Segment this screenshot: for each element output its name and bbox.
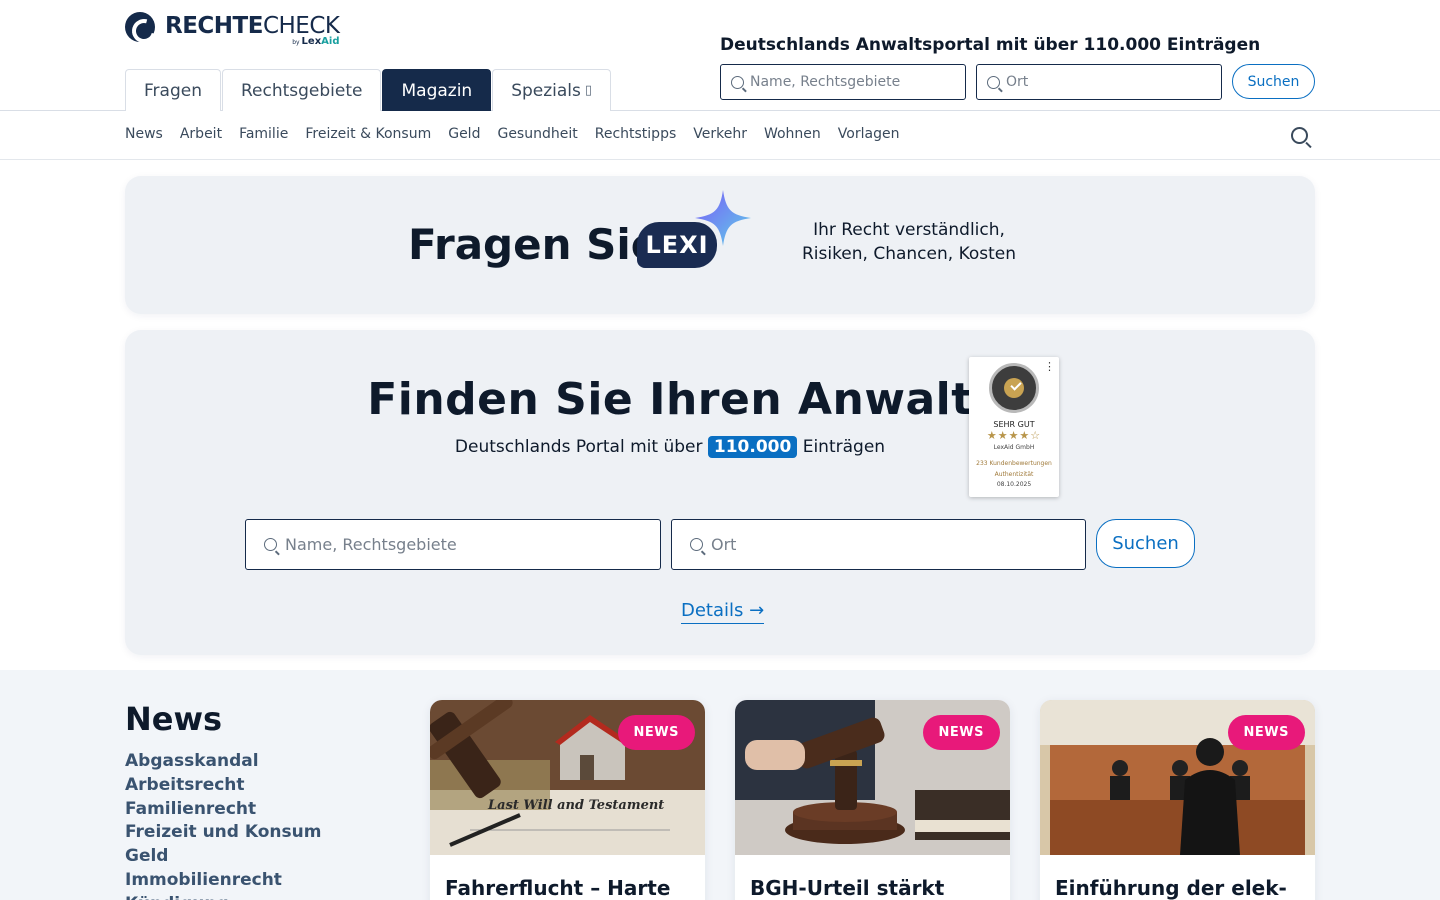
category-nav-item[interactable]: Freizeit & Konsum <box>305 126 431 142</box>
category-nav-item[interactable]: Arbeit <box>180 126 222 142</box>
site-logo[interactable]: RECHTECHECK by LexAid <box>125 11 340 47</box>
finder-sub-prefix: Deutschlands Portal mit über <box>454 437 703 457</box>
proven-expert-seal-icon <box>989 363 1039 413</box>
finder-sub-suffix: Einträgen <box>802 437 886 457</box>
tab-label: Fragen <box>144 80 202 101</box>
tab-spezials[interactable]: Spezials ▯ <box>492 69 612 111</box>
category-nav-item[interactable]: Verkehr <box>693 126 747 142</box>
news-category-link[interactable]: Geld <box>125 845 321 869</box>
news-category-link[interactable]: Kündigung <box>125 893 321 900</box>
category-nav-items: News Arbeit Familie Freizeit & Konsum Geld Ge… <box>125 126 916 142</box>
news-badge: NEWS <box>617 715 695 750</box>
more-icon[interactable]: ⋮ <box>1044 361 1055 372</box>
logo-aid: Aid <box>321 36 340 47</box>
tab-rechtsgebiete[interactable]: Rechtsgebiete <box>221 69 382 111</box>
news-category-list: Abgasskandal Arbeitsrecht Familienrecht Fre… <box>125 750 321 900</box>
lexi-subtitle: Ihr Recht verständlich, Risiken, Chancen… <box>785 218 1033 266</box>
news-title: Einführung der elek- <box>1055 876 1287 900</box>
news-badge: NEWS <box>922 715 1000 750</box>
category-nav: News Arbeit Familie Freizeit & Konsum Geld Ge… <box>0 111 1440 160</box>
header-search-button[interactable]: Suchen <box>1232 64 1315 99</box>
header-location-input[interactable] <box>1006 74 1186 90</box>
search-icon <box>690 538 703 551</box>
portal-tagline: Deutschlands Anwaltsportal mit über 110.… <box>720 35 1261 55</box>
news-category-link[interactable]: Freizeit und Konsum <box>125 821 321 845</box>
lexi-banner[interactable]: Fragen Sie LEXI Ihr Recht verständlich, … <box>125 176 1315 314</box>
news-image: NEWS <box>1040 700 1315 855</box>
main-tabs: Fragen Rechtsgebiete Magazin Spezials ▯ <box>125 69 612 111</box>
star-rating-icon: ★★★★☆ <box>986 429 1042 442</box>
tab-label: Rechtsgebiete <box>240 80 363 101</box>
lawyer-finder: Finden Sie Ihren Anwalt Deutschlands Por… <box>125 330 1315 655</box>
news-category-link[interactable]: Familienrecht <box>125 798 321 822</box>
sparkle-icon <box>695 190 751 246</box>
news-heading: News <box>125 700 223 738</box>
search-icon <box>264 538 277 551</box>
category-nav-item[interactable]: Gesundheit <box>497 126 577 142</box>
pe-company: LexAid GmbH <box>993 444 1035 451</box>
entry-count-badge: 110.000 <box>707 436 798 458</box>
finder-search-button[interactable]: Suchen <box>1096 519 1195 568</box>
finder-location-search[interactable] <box>671 519 1086 570</box>
pe-date: 08.10.2025 <box>996 481 1032 488</box>
lexi-subtitle-line: Ihr Recht verständlich, <box>813 220 1005 240</box>
category-nav-item[interactable]: Vorlagen <box>838 126 900 142</box>
news-title: BGH-Urteil stärkt <box>750 876 945 900</box>
chevron-down-icon: ▯ <box>584 83 593 98</box>
pe-reviews: 233 Kundenbewertungen <box>976 460 1052 467</box>
news-card[interactable]: NEWS Einführung der elek- <box>1040 700 1315 900</box>
finder-name-input[interactable] <box>285 535 625 554</box>
news-category-link[interactable]: Abgasskandal <box>125 750 321 774</box>
news-image: NEWS <box>735 700 1010 855</box>
tab-fragen[interactable]: Fragen <box>125 69 221 111</box>
logo-mark-icon <box>125 12 155 42</box>
news-image: Last Will and Testament NEWS <box>430 700 705 855</box>
search-icon <box>987 75 1000 89</box>
details-link[interactable]: Details → <box>681 600 765 624</box>
news-category-link[interactable]: Immobilienrecht <box>125 869 321 893</box>
logo-lex: Lex <box>301 36 322 47</box>
news-card[interactable]: NEWS BGH-Urteil stärkt <box>735 700 1010 900</box>
logo-wordmark: RECHTECHECK by LexAid <box>165 11 340 47</box>
tab-label: Magazin <box>401 80 473 101</box>
category-nav-item[interactable]: Wohnen <box>764 126 821 142</box>
header-name-input[interactable] <box>750 74 930 90</box>
site-header: RECHTECHECK by LexAid Fragen Rechtsgebiet… <box>0 0 1440 111</box>
news-card[interactable]: Last Will and Testament NEWS Fahrerfluch… <box>430 700 705 900</box>
finder-location-input[interactable] <box>711 535 1051 554</box>
news-badge: NEWS <box>1227 715 1305 750</box>
header-name-search[interactable] <box>720 64 966 100</box>
svg-text:Last Will and Testament: Last Will and Testament <box>487 798 664 813</box>
category-nav-item[interactable]: Familie <box>239 126 288 142</box>
logo-byline: by LexAid <box>292 36 339 47</box>
logo-name-bold: RECHTE <box>165 13 263 39</box>
pe-rating: SEHR GUT <box>993 420 1035 429</box>
category-nav-item[interactable]: Rechtstipps <box>595 126 677 142</box>
proven-expert-badge[interactable]: ⋮ SEHR GUT ★★★★☆ LexAid GmbH 233 Kundenb… <box>969 357 1059 497</box>
category-nav-item[interactable]: Geld <box>448 126 480 142</box>
logo-by: by <box>292 39 300 46</box>
header-location-search[interactable] <box>976 64 1222 100</box>
finder-name-search[interactable] <box>245 519 661 570</box>
tab-label: Spezials <box>511 80 581 101</box>
tab-magazin[interactable]: Magazin <box>382 69 492 111</box>
news-title: Fahrerflucht – Harte <box>445 876 671 900</box>
search-icon <box>731 75 744 89</box>
category-nav-item[interactable]: News <box>125 126 163 142</box>
lexi-title: Fragen Sie <box>408 220 660 269</box>
lexi-subtitle-line: Risiken, Chancen, Kosten <box>801 244 1017 264</box>
news-category-link[interactable]: Arbeitsrecht <box>125 774 321 798</box>
search-icon[interactable] <box>1291 127 1308 144</box>
pe-authenticity: Authentizität <box>994 471 1034 478</box>
